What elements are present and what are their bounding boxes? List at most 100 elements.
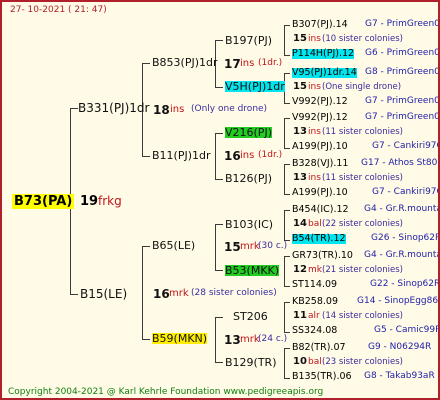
connector [284, 302, 290, 303]
gen3-queen[interactable]: V216(PJ) [225, 127, 272, 138]
gen4-generation: 12 [293, 264, 307, 275]
gen4-line-code: ins [308, 82, 321, 92]
gen4-breeder: G4 - Gr.R.mounta [364, 250, 440, 260]
gen3-queen[interactable]: B197(PJ) [225, 35, 272, 46]
gen2-queen[interactable]: B65(LE) [152, 240, 195, 251]
gen4-note: (One single drone) [322, 82, 402, 92]
gen4-line-code: bal [308, 219, 322, 229]
gen3-queen[interactable]: B129(TR) [225, 357, 277, 368]
gen4-queen[interactable]: V95(PJ)1dr.14 [292, 68, 357, 78]
connector [284, 118, 285, 148]
connector [284, 378, 290, 379]
gen1-upper-queen[interactable]: B331(PJ)1dr [78, 102, 149, 114]
gen4-note: (11 sister colonies) [322, 173, 403, 183]
gen2-note: (1dr.) [258, 150, 283, 160]
gen3-queen[interactable]: B126(PJ) [225, 173, 272, 184]
gen4-breeder: G17 - Athos St80R [361, 158, 440, 168]
connector [284, 286, 290, 287]
gen4-queen[interactable]: P114H(PJ).12 [292, 49, 355, 59]
gen2-queen[interactable]: B853(PJ)1dr [152, 57, 218, 68]
gen1-upper-line-code: ins [170, 104, 185, 115]
gen4-queen[interactable]: V992(PJ).12 [292, 97, 348, 107]
gen2-line-code: mrk [240, 241, 260, 252]
connector [284, 55, 290, 56]
connector [215, 362, 223, 363]
gen4-queen[interactable]: B54(TR).12 [292, 234, 346, 244]
root-queen[interactable]: B73(PA) [12, 194, 75, 209]
gen4-note: (23 sister colonies) [322, 357, 403, 367]
connector [215, 87, 223, 88]
gen1-lower-queen[interactable]: B15(LE) [80, 288, 127, 300]
gen4-queen[interactable]: V992(PJ).12 [292, 113, 348, 123]
gen4-queen[interactable]: GR73(TR).10 [292, 251, 353, 261]
gen2-line-code: mrk [240, 334, 260, 345]
gen1-lower-line-code: mrk [169, 288, 189, 299]
connector [215, 317, 223, 318]
gen4-breeder: G26 - Sinop62R [371, 233, 440, 243]
gen4-queen[interactable]: KB258.09 [292, 297, 338, 307]
gen4-breeder: G7 - PrimGreen00 [365, 19, 440, 29]
connector [142, 63, 150, 64]
gen4-line-code: ins [308, 34, 321, 44]
gen4-generation: 13 [293, 172, 307, 183]
gen4-breeder: G9 - N06294R [368, 342, 432, 352]
connector [215, 317, 216, 362]
gen4-note: (11 sister colonies) [322, 127, 403, 137]
connector [284, 348, 285, 378]
connector [215, 224, 216, 270]
gen3-queen[interactable]: B53(MKK) [225, 265, 280, 276]
root-generation: 19 [80, 194, 99, 209]
gen2-note: (30 c.) [258, 241, 288, 251]
connector [215, 224, 223, 225]
connector [215, 133, 216, 179]
connector [284, 103, 290, 104]
connector [284, 25, 285, 55]
gen4-queen[interactable]: SS324.08 [292, 326, 337, 336]
gen4-queen[interactable]: B135(TR).06 [292, 372, 352, 382]
gen2-line-code: ins [240, 150, 255, 161]
gen4-note: (14 sister colonies) [322, 311, 403, 321]
gen1-upper-note: (Only one drone) [191, 104, 268, 114]
gen4-breeder: G6 - PrimGreen00 [365, 48, 440, 58]
gen2-note: (24 c.) [258, 334, 288, 344]
connector [70, 294, 78, 295]
gen4-queen[interactable]: B454(IC).12 [292, 205, 349, 215]
gen4-queen[interactable]: B328(VJ).11 [292, 159, 348, 169]
gen2-generation: 13 [224, 333, 241, 347]
gen1-lower-generation: 16 [153, 287, 170, 301]
gen2-queen[interactable]: B11(PJ)1dr [152, 150, 211, 161]
gen4-generation: 15 [293, 81, 307, 92]
gen2-line-code: ins [240, 58, 255, 69]
connector [70, 108, 78, 109]
gen4-queen[interactable]: A199(PJ).10 [292, 142, 348, 152]
gen2-generation: 17 [224, 57, 241, 71]
connector [284, 256, 285, 286]
gen4-queen[interactable]: ST114.09 [292, 280, 337, 290]
connector [215, 40, 223, 41]
gen4-breeder: G7 - Cankiri97Q [372, 141, 440, 151]
gen1-lower-note: (28 sister colonies) [191, 288, 277, 298]
gen4-breeder: G8 - Takab93aR [364, 371, 435, 381]
gen4-breeder: G7 - Cankiri97Q [372, 187, 440, 197]
gen3-queen[interactable]: V5H(PJ)1dr [225, 81, 285, 92]
gen4-queen[interactable]: B307(PJ).14 [292, 20, 348, 30]
gen4-breeder: G5 - Camic99R [374, 325, 440, 335]
gen4-queen[interactable]: A199(PJ).10 [292, 188, 348, 198]
connector [284, 210, 290, 211]
gen4-breeder: G8 - PrimGreen00 [365, 67, 440, 77]
gen4-note: (22 sister colonies) [322, 219, 403, 229]
connector [284, 164, 285, 194]
connector [284, 332, 290, 333]
gen3-queen[interactable]: ST206 [233, 311, 268, 322]
gen2-note: (1dr.) [258, 58, 283, 68]
gen4-breeder: G7 - PrimGreen00 [365, 112, 440, 122]
gen4-note: (10 sister colonies) [322, 34, 403, 44]
root-line-code: frkg [98, 194, 122, 208]
gen2-generation: 16 [224, 149, 241, 163]
connector [284, 164, 290, 165]
copyright-footer: Copyright 2004-2021 @ Karl Kehrle Founda… [8, 387, 324, 397]
gen3-queen[interactable]: B103(IC) [225, 219, 273, 230]
gen2-queen[interactable]: B59(MKN) [152, 333, 208, 344]
connector [215, 133, 223, 134]
gen4-queen[interactable]: B82(TR).07 [292, 343, 346, 353]
